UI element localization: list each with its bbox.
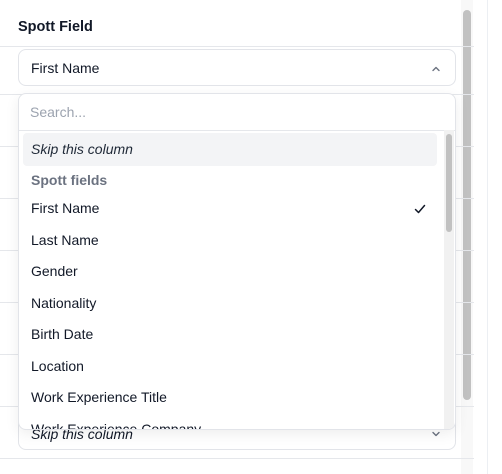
row-divider [0, 458, 474, 459]
page-scrollbar-thumb[interactable] [463, 10, 471, 400]
search-input[interactable] [30, 102, 430, 122]
field-mapping-panel: Spott Field Skip this column First Name … [0, 0, 502, 474]
option-work-experience-title[interactable]: Work Experience Title [23, 382, 437, 413]
option-label: Work Experience Company [31, 421, 202, 430]
option-work-experience-company[interactable]: Work Experience Company [23, 414, 437, 430]
option-label: Work Experience Title [31, 389, 167, 405]
option-label: Gender [31, 263, 78, 279]
option-label: Birth Date [31, 326, 94, 342]
option-skip-column[interactable]: Skip this column [23, 133, 437, 166]
check-icon [414, 204, 426, 214]
option-label: First Name [31, 200, 100, 216]
search-box [19, 94, 455, 131]
field-select-dropdown: Skip this column Spott fields First Name… [18, 93, 456, 430]
option-label: Last Name [31, 232, 99, 248]
option-birth-date[interactable]: Birth Date [23, 319, 437, 350]
field-select-trigger[interactable]: First Name [18, 49, 456, 86]
option-gender[interactable]: Gender [23, 256, 437, 287]
dropdown-scrollbar-track[interactable] [444, 130, 454, 429]
column-header-title: Spott Field [18, 19, 93, 35]
option-label: Location [31, 358, 84, 374]
option-location[interactable]: Location [23, 351, 437, 382]
dropdown-scrollbar-thumb[interactable] [446, 134, 452, 232]
panel-right-border [487, 0, 488, 474]
option-first-name[interactable]: First Name [23, 193, 437, 224]
group-label: Spott fields [31, 172, 108, 188]
option-last-name[interactable]: Last Name [23, 225, 437, 256]
option-label: Nationality [31, 295, 97, 311]
chevron-up-icon [432, 66, 440, 72]
option-nationality[interactable]: Nationality [23, 288, 437, 319]
row-divider [0, 46, 474, 47]
select-value: First Name [31, 60, 100, 76]
